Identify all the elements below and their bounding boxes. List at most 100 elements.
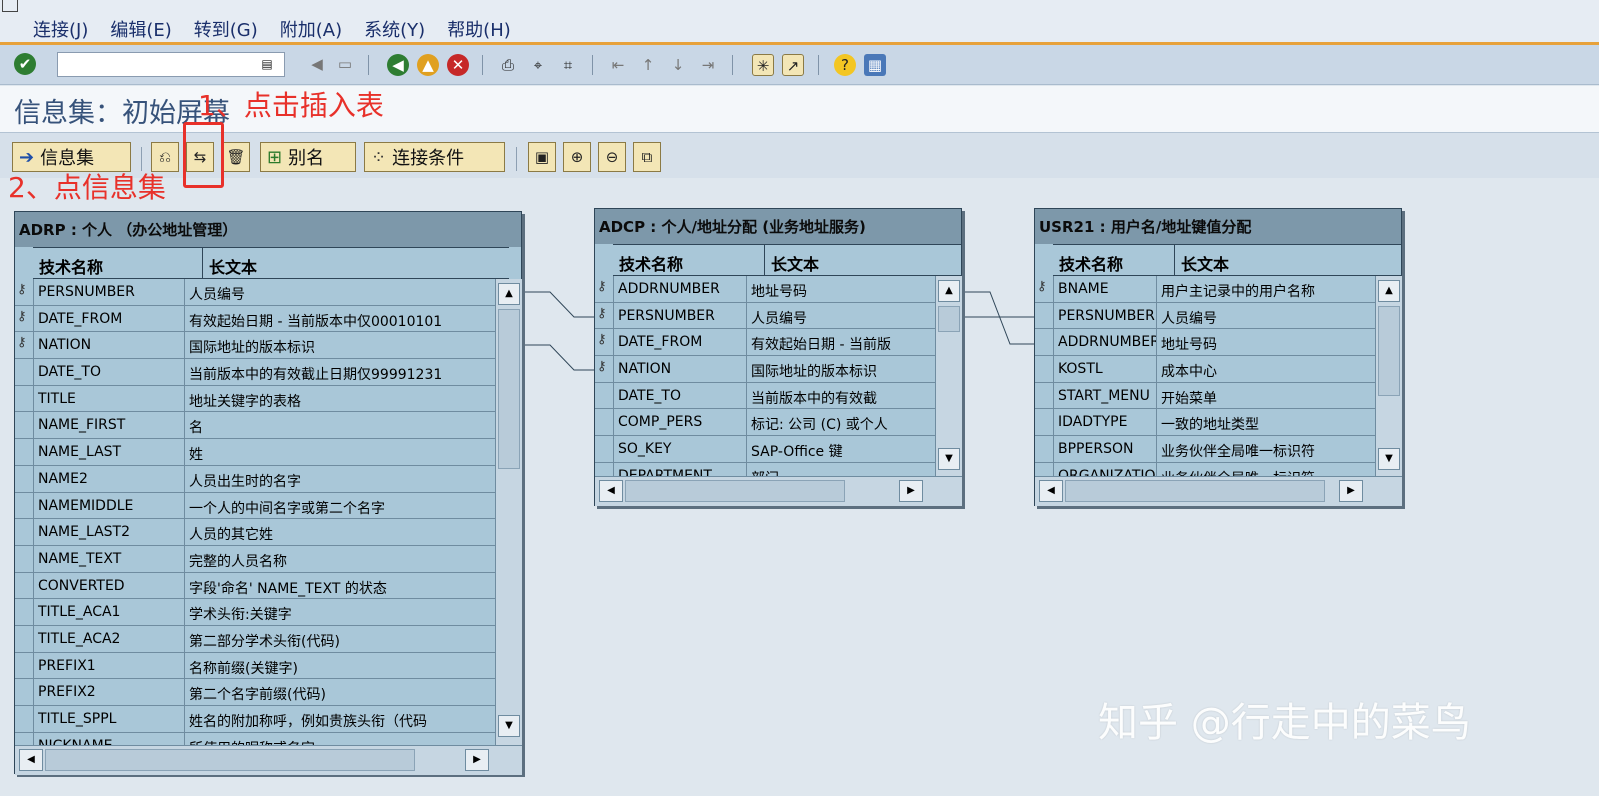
scroll-up-icon[interactable]: ▲ [1378, 280, 1400, 302]
scroll-left-icon[interactable]: ◀ [19, 749, 43, 771]
delete-table-icon[interactable]: 🗑 [222, 142, 250, 172]
table-row[interactable]: DATE_TO 当前版本中的有效截止日期仅99991231 [15, 359, 495, 386]
alias-button[interactable]: ⊞ 别名 [260, 142, 356, 172]
find-next-icon[interactable]: ⌗ [557, 54, 579, 76]
table-row[interactable]: NAME_TEXT 完整的人员名称 [15, 545, 495, 573]
table-row[interactable]: ⚷ NATION 国际地址的版本标识 [15, 332, 495, 360]
table-row[interactable]: NAME_FIRST 名 [15, 412, 495, 440]
exit-icon[interactable]: ▲ [417, 54, 439, 76]
layout-menu-icon[interactable]: ▦ [864, 54, 886, 76]
command-field[interactable] [57, 52, 285, 77]
scroll-thumb[interactable] [498, 309, 520, 469]
command-history-icon[interactable]: ▤ [259, 55, 275, 73]
table-row[interactable]: PREFIX2 第二个名字前缀(代码) [15, 679, 495, 706]
scroll-up-icon[interactable]: ▲ [498, 283, 520, 305]
menu-edit[interactable]: 编辑(E) [110, 16, 171, 42]
table-row[interactable]: SO_KEY SAP-Office 键 [595, 436, 935, 463]
print-icon[interactable]: ⎙ [497, 54, 519, 76]
menu-extras[interactable]: 附加(A) [280, 16, 342, 42]
table-row[interactable]: ⚷ PERSNUMBER 人员编号 [595, 302, 935, 330]
key-field-icon: ⚷ [17, 335, 27, 351]
table-usr21-vscroll[interactable]: ▲ ▼ [1375, 276, 1402, 476]
table-row[interactable]: PERSNUMBER 人员编号 [1035, 302, 1375, 330]
next-page-icon[interactable]: ↓ [667, 54, 689, 76]
system-menu-icon[interactable] [2, 0, 18, 12]
table-adcp-hscroll[interactable]: ◀ ▶ [595, 476, 962, 506]
table-adrp-vscroll[interactable]: ▲ ▼ [495, 279, 522, 745]
scroll-left-icon[interactable]: ◀ [1039, 480, 1063, 502]
table-row[interactable]: ⚷ PERSNUMBER 人员编号 [15, 279, 495, 306]
scroll-right-icon[interactable]: ▶ [899, 480, 923, 502]
table-row[interactable]: NAME2 人员出生时的名字 [15, 465, 495, 493]
table-usr21-hscroll[interactable]: ◀ ▶ [1035, 476, 1402, 506]
table-row[interactable]: PREFIX1 名称前缀(关键字) [15, 652, 495, 680]
back-arrow-icon[interactable]: ◀ [306, 53, 328, 75]
table-row[interactable]: ⚷ BNAME 用户主记录中的用户名称 [1035, 276, 1375, 303]
table-row[interactable]: NAMEMIDDLE 一个人的中间名字或第二个名字 [15, 492, 495, 520]
table-adcp[interactable]: ADCP : 个人/地址分配 (业务地址服务) 技术名称 长文本 ⚷ ADDRNU… [594, 208, 962, 506]
enter-check-icon[interactable]: ✔ [14, 53, 36, 75]
table-row[interactable]: CONVERTED 字段'命名' NAME_TEXT 的状态 [15, 572, 495, 600]
zoom-out-icon[interactable]: ⊖ [598, 142, 626, 172]
join-line-addrnumber [962, 291, 1036, 345]
zoom-in-icon[interactable]: ⊕ [563, 142, 591, 172]
table-row[interactable]: TITLE_ACA2 第二部分学术头衔(代码) [15, 625, 495, 653]
table-row[interactable]: DATE_TO 当前版本中的有效截 [595, 382, 935, 410]
scroll-thumb[interactable] [45, 749, 415, 771]
field-technical-name: COMP_PERS [613, 409, 747, 436]
table-row[interactable]: DEPARTMENT部门 [595, 462, 935, 476]
table-row[interactable]: COMP_PERS 标记: 公司 (C) 或个人 [595, 409, 935, 437]
table-row[interactable]: BPPERSON 业务伙伴全局唯一标识符 [1035, 436, 1375, 463]
previous-page-icon[interactable]: ↑ [637, 54, 659, 76]
table-row[interactable]: TITLE_ACA1 学术头衔:关键字 [15, 599, 495, 626]
scroll-up-icon[interactable]: ▲ [938, 280, 960, 302]
overview-icon[interactable]: ▣ [528, 142, 556, 172]
find-icon[interactable]: ⌖ [527, 54, 549, 76]
table-row[interactable]: ⚷ NATION 国际地址的版本标识 [595, 356, 935, 383]
menu-help[interactable]: 帮助(H) [447, 16, 511, 42]
table-row[interactable]: NICKNAME所使用的昵称或名字 [15, 732, 495, 745]
table-row[interactable]: ⚷ DATE_FROM 有效起始日期 - 当前版本中仅00010101 [15, 305, 495, 333]
table-row[interactable]: ⚷ DATE_FROM 有效起始日期 - 当前版 [595, 329, 935, 357]
scroll-down-icon[interactable]: ▼ [1378, 448, 1400, 470]
scroll-thumb[interactable] [938, 306, 960, 332]
scroll-thumb[interactable] [1378, 306, 1400, 396]
table-row[interactable]: KOSTL 成本中心 [1035, 356, 1375, 383]
table-adrp[interactable]: ADRP : 个人 （办公地址管理） 技术名称 长文本 ⚷ PERSNUMBER 人… [14, 211, 522, 775]
menu-system[interactable]: 系统(Y) [364, 16, 425, 42]
table-row[interactable]: NAME_LAST2 人员的其它姓 [15, 519, 495, 546]
menu-connect[interactable]: 连接(J) [33, 16, 88, 42]
back-icon[interactable]: ◀ [387, 54, 409, 76]
new-session-icon[interactable]: ✳ [752, 54, 774, 76]
table-row[interactable]: TITLE 地址关键字的表格 [15, 385, 495, 413]
scroll-down-icon[interactable]: ▼ [498, 715, 520, 737]
table-row[interactable]: IDADTYPE 一致的地址类型 [1035, 409, 1375, 437]
scroll-down-icon[interactable]: ▼ [938, 448, 960, 470]
table-row[interactable]: TITLE_SPPL 姓名的附加称呼，例如贵族头衔（代码 [15, 706, 495, 733]
table-row[interactable]: ADDRNUMBER 地址号码 [1035, 329, 1375, 357]
table-usr21[interactable]: USR21 : 用户名/地址键值分配 技术名称 长文本 ⚷ BNAME 用户主记录中… [1034, 208, 1402, 506]
help-icon[interactable]: ? [834, 54, 856, 76]
scroll-left-icon[interactable]: ◀ [599, 480, 623, 502]
table-row[interactable]: NAME_LAST 姓 [15, 439, 495, 466]
last-page-icon[interactable]: ⇥ [697, 54, 719, 76]
scroll-right-icon[interactable]: ▶ [465, 749, 489, 771]
table-row[interactable]: START_MENU 开始菜单 [1035, 382, 1375, 410]
menu-goto[interactable]: 转到(G) [194, 16, 258, 42]
table-adrp-hscroll[interactable]: ◀ ▶ [15, 745, 522, 775]
table-row[interactable]: ⚷ ADDRNUMBER 地址号码 [595, 276, 935, 303]
table-adcp-vscroll[interactable]: ▲ ▼ [935, 276, 962, 476]
first-page-icon[interactable]: ⇤ [607, 54, 629, 76]
join-icon: ⁘ [371, 146, 387, 168]
command-input[interactable] [58, 53, 284, 76]
save-icon[interactable]: ▭ [334, 53, 356, 75]
field-technical-name: IDADTYPE [1053, 409, 1157, 436]
scroll-thumb[interactable] [1065, 480, 1325, 502]
scroll-thumb[interactable] [625, 480, 845, 502]
join-conditions-button[interactable]: ⁘ 连接条件 [364, 142, 505, 172]
scroll-right-icon[interactable]: ▶ [1339, 480, 1363, 502]
create-shortcut-icon[interactable]: ↗ [782, 54, 804, 76]
table-row[interactable]: ORGANIZATION业务伙伴全局唯一标识符 [1035, 462, 1375, 476]
fit-view-icon[interactable]: ⧉ [633, 142, 661, 172]
cancel-icon[interactable]: ✕ [447, 54, 469, 76]
